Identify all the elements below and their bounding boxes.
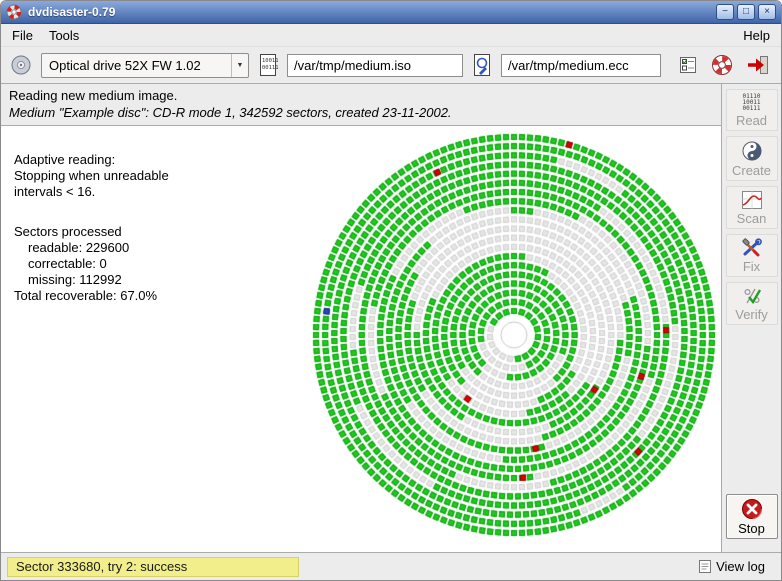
main-pane: Reading new medium image. Medium "Exampl… (1, 84, 721, 552)
svg-text:00111: 00111 (262, 65, 278, 71)
total-recoverable: Total recoverable: 67.0% (14, 288, 169, 304)
sectors-correctable: correctable: 0 (14, 256, 169, 272)
stop-button[interactable]: Stop (726, 494, 778, 539)
app-window: dvdisaster-0.79 − □ × File Tools Help Op… (0, 0, 782, 581)
sector-status-message: Sector 333680, try 2: success (7, 557, 299, 577)
disc-icon (10, 54, 32, 76)
reading-visualization-area: Adaptive reading: Stopping when unreadab… (1, 126, 721, 552)
image-file-icon: 10011 00111 (258, 53, 278, 77)
action-sidebar: 01110 10011 00111 Read Create (721, 84, 781, 552)
sectors-missing: missing: 112992 (14, 272, 169, 288)
help-button[interactable] (709, 52, 735, 78)
sectors-readable: readable: 229600 (14, 240, 169, 256)
operation-status-line: Reading new medium image. (9, 88, 713, 103)
verify-button-label: Verify (735, 307, 768, 322)
operation-status-panel: Reading new medium image. Medium "Exampl… (1, 84, 721, 126)
view-log-button[interactable]: View log (698, 559, 775, 574)
disc-sector-spiral (306, 127, 721, 543)
medium-info-line: Medium "Example disc": CD-R mode 1, 3425… (9, 105, 713, 120)
ecc-file-button[interactable] (470, 51, 494, 79)
view-log-label: View log (716, 559, 765, 574)
maximize-button[interactable]: □ (737, 4, 755, 20)
verify-check-icon (741, 286, 763, 306)
yin-yang-icon (741, 140, 763, 162)
iso-image-button[interactable]: 10011 00111 (256, 51, 280, 79)
titlebar[interactable]: dvdisaster-0.79 − □ × (1, 1, 781, 24)
stop-button-label: Stop (738, 521, 765, 536)
create-button[interactable]: Create (726, 136, 778, 181)
content-area: Reading new medium image. Medium "Exampl… (1, 84, 781, 552)
scan-button-label: Scan (737, 211, 767, 226)
toolbar-right-group (676, 52, 774, 78)
svg-text:10011: 10011 (262, 58, 278, 64)
scan-button[interactable]: Scan (726, 186, 778, 229)
adaptive-reading-heading: Adaptive reading: (14, 152, 169, 168)
lifebuoy-icon (711, 54, 733, 76)
reading-stats-panel: Adaptive reading: Stopping when unreadab… (14, 152, 169, 304)
menubar: File Tools Help (1, 24, 781, 47)
ecc-path-input[interactable] (501, 54, 661, 77)
read-binary-icon: 01110 10011 00111 (742, 94, 760, 112)
toolbar: Optical drive 52X FW 1.02 ▼ 10011 00111 (1, 47, 781, 84)
read-button[interactable]: 01110 10011 00111 Read (726, 89, 778, 131)
drive-selector-dropdown[interactable]: Optical drive 52X FW 1.02 ▼ (41, 53, 249, 78)
create-button-label: Create (732, 163, 771, 178)
fix-button[interactable]: Fix (726, 234, 778, 277)
chevron-down-icon: ▼ (231, 54, 248, 77)
stop-condition-line1: Stopping when unreadable (14, 168, 169, 184)
quit-button[interactable] (744, 52, 772, 78)
statusbar: Sector 333680, try 2: success View log (1, 552, 781, 580)
drive-selector-value: Optical drive 52X FW 1.02 (42, 58, 231, 73)
app-icon (6, 4, 22, 20)
preferences-icon (678, 55, 698, 75)
menu-help[interactable]: Help (735, 25, 778, 46)
close-button[interactable]: × (758, 4, 776, 20)
ecc-file-icon (472, 53, 492, 77)
scan-chart-icon (741, 190, 763, 210)
drive-select-button[interactable] (8, 52, 34, 78)
read-button-label: Read (736, 113, 767, 128)
window-title: dvdisaster-0.79 (28, 5, 713, 19)
log-icon (698, 559, 712, 574)
fix-button-label: Fix (743, 259, 760, 274)
iso-path-input[interactable] (287, 54, 463, 77)
quit-icon (746, 54, 770, 76)
tools-icon (741, 238, 763, 258)
menu-tools[interactable]: Tools (41, 25, 87, 46)
verify-button[interactable]: Verify (726, 282, 778, 325)
stop-icon (741, 498, 763, 520)
preferences-button[interactable] (676, 53, 700, 77)
stop-condition-line2: intervals < 16. (14, 184, 169, 200)
sectors-processed-heading: Sectors processed (14, 224, 169, 240)
minimize-button[interactable]: − (716, 4, 734, 20)
menu-file[interactable]: File (4, 25, 41, 46)
